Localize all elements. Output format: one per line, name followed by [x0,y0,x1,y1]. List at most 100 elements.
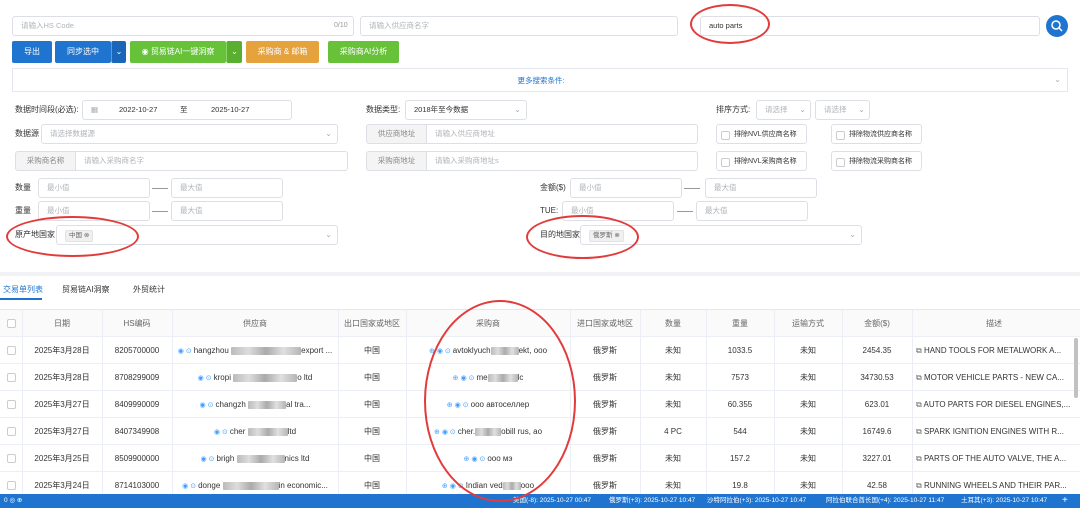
copy-icon[interactable]: ⧉ [916,400,924,409]
col-transport[interactable]: 运输方式 [774,310,842,337]
globe-icon[interactable]: ⊕ [442,483,448,490]
cell-supplier[interactable]: ◉ ⊙ brigh nics ltd [172,445,338,472]
quantity-max-input[interactable]: 最大值 [171,178,283,198]
row-checkbox[interactable] [7,481,16,490]
col-export-country[interactable]: 出口国家或地区 [338,310,406,337]
row-checkbox[interactable] [7,400,16,409]
buyer-email-button[interactable]: 采购商 & 邮箱 [246,41,319,63]
eye-icon[interactable]: ◉ [198,375,204,382]
data-type-select[interactable]: 2018年至今数据 ⌄ [405,100,527,120]
exclude-nvl-supplier-box[interactable] [716,124,807,144]
col-amount[interactable]: 金额($) [842,310,912,337]
col-date[interactable]: 日期 [22,310,102,337]
copy-icon[interactable]: ⧉ [916,481,924,490]
eye-icon[interactable]: ◉ [182,483,188,490]
col-quantity[interactable]: 数量 [640,310,706,337]
ai-insight-button[interactable]: ◉ 贸易链AI一键洞察 [130,41,226,63]
eye-icon[interactable]: ◉ [214,429,220,436]
supplier-name-placeholder: 请输入供应商名字 [369,21,429,30]
row-checkbox[interactable] [7,346,16,355]
buyer-name-input[interactable]: 请输入采购商名字 [75,151,348,171]
hs-code-placeholder: 请输入HS Code [21,21,74,30]
search-icon[interactable]: ⊙ [208,402,214,409]
redacted-blur [222,481,279,490]
cell-description[interactable]: ⧉ PARTS OF THE AUTO VALVE, THE A... [916,445,1072,472]
sort-field-select[interactable]: 请选择 ⌄ [756,100,811,120]
search-icon[interactable]: ⊙ [190,483,196,490]
buyer-address-input[interactable]: 请输入采购商地址s [426,151,698,171]
row-checkbox[interactable] [7,373,16,382]
ai-insight-dropdown-button[interactable]: ⌄ [226,41,242,63]
eye-icon[interactable]: ◉ [450,483,456,490]
row-checkbox[interactable] [7,454,16,463]
cell-description[interactable]: ⧉ RUNNING WHEELS AND THEIR PAR... [916,472,1072,494]
column-divider [842,310,843,494]
data-source-label: 数据源 [15,129,39,138]
data-source-select[interactable]: 请选择数据源 ⌄ [41,124,338,144]
col-import-country[interactable]: 进口国家或地区 [570,310,640,337]
copy-icon[interactable]: ⧉ [916,346,924,355]
select-all-checkbox[interactable] [7,319,16,328]
copy-icon[interactable]: ⧉ [916,373,924,382]
amount-min-input[interactable]: 最小值 [570,178,682,198]
search-icon[interactable]: ⊙ [206,375,212,382]
annotation-circle-buyers [424,300,576,502]
cell-supplier[interactable]: ◉ ⊙ hangzhou export ... [172,337,338,364]
search-icon[interactable]: ⊙ [209,456,215,463]
cell-description[interactable]: ⧉ SPARK IGNITION ENGINES WITH R... [916,418,1072,445]
supplier-address-input[interactable]: 请输入供应商地址 [426,124,698,144]
cell-description[interactable]: ⧉ AUTO PARTS FOR DIESEL ENGINES,... [916,391,1072,418]
cell-quantity: 未知 [665,481,681,490]
search-button[interactable] [1046,15,1068,37]
weight-label: 重量 [15,206,31,215]
table-scrollbar[interactable] [1074,338,1078,398]
chevron-down-icon: ⌄ [231,47,238,56]
amount-max-input[interactable]: 最大值 [705,178,817,198]
cell-supplier[interactable]: ◉ ⊙ kropi o ltd [172,364,338,391]
cell-description[interactable]: ⧉ MOTOR VEHICLE PARTS - NEW CA... [916,364,1072,391]
cell-supplier[interactable]: ◉ ⊙ donge in economic... [172,472,338,494]
chevron-down-icon: ⌄ [799,105,806,114]
buyer-ai-button[interactable]: 采购商AI分析 [328,41,399,63]
date-range-picker[interactable]: ▦ 2022-10-27 至 2025-10-27 [82,100,292,120]
weight-max-input[interactable]: 最大值 [171,201,283,221]
exclude-nvl-buyer-box[interactable] [716,151,807,171]
col-weight[interactable]: 重量 [706,310,774,337]
exclude-logistics-supplier-box[interactable] [831,124,922,144]
eye-icon[interactable]: ◉ [201,456,207,463]
search-icon[interactable]: ⊙ [186,348,192,355]
copy-icon[interactable]: ⧉ [916,454,924,463]
cell-weight: 60.355 [727,400,753,409]
tab-ai-insight[interactable]: 贸易链AI洞察 [62,284,110,295]
quantity-min-input[interactable]: 最小值 [38,178,150,198]
more-search-toggle[interactable]: 更多搜索条件: ⌄ [12,68,1068,92]
sync-dropdown-button[interactable]: ⌄ [111,41,126,63]
hs-code-input[interactable]: 请输入HS Code [12,16,354,36]
col-hs[interactable]: HS编码 [102,310,172,337]
eye-icon[interactable]: ◉ [200,402,206,409]
cell-import-country: 俄罗斯 [593,346,617,355]
tab-transactions[interactable]: 交易单列表 [3,284,43,295]
supplier-name-input[interactable]: 请输入供应商名字 [360,16,678,36]
cell-date: 2025年3月28日 [34,373,90,382]
add-icon[interactable]: + [1062,494,1068,508]
teu-max-input[interactable]: 最大值 [696,201,808,221]
sort-order-select[interactable]: 请选择 ⌄ [815,100,870,120]
col-description[interactable]: 描述 [912,310,1076,337]
export-button[interactable]: 导出 [12,41,52,63]
cell-date: 2025年3月27日 [34,400,90,409]
annotation-circle-origin [6,216,139,257]
tab-trade-stats[interactable]: 外贸统计 [133,284,165,295]
cell-weight: 7573 [731,373,749,382]
search-icon[interactable]: ⊙ [222,429,228,436]
copy-icon[interactable]: ⧉ [916,427,924,436]
exclude-logistics-buyer-box[interactable] [831,151,922,171]
sync-selected-button[interactable]: 同步选中 [55,41,111,63]
row-checkbox[interactable] [7,427,16,436]
cell-supplier[interactable]: ◉ ⊙ changzh al tra... [172,391,338,418]
col-supplier[interactable]: 供应商 [172,310,338,337]
cell-supplier[interactable]: ◉ ⊙ cher ltd [172,418,338,445]
eye-icon[interactable]: ◉ [178,348,184,355]
cell-description[interactable]: ⧉ HAND TOOLS FOR METALWORK A... [916,337,1072,364]
description-text: SPARK IGNITION ENGINES WITH R... [923,427,1064,436]
